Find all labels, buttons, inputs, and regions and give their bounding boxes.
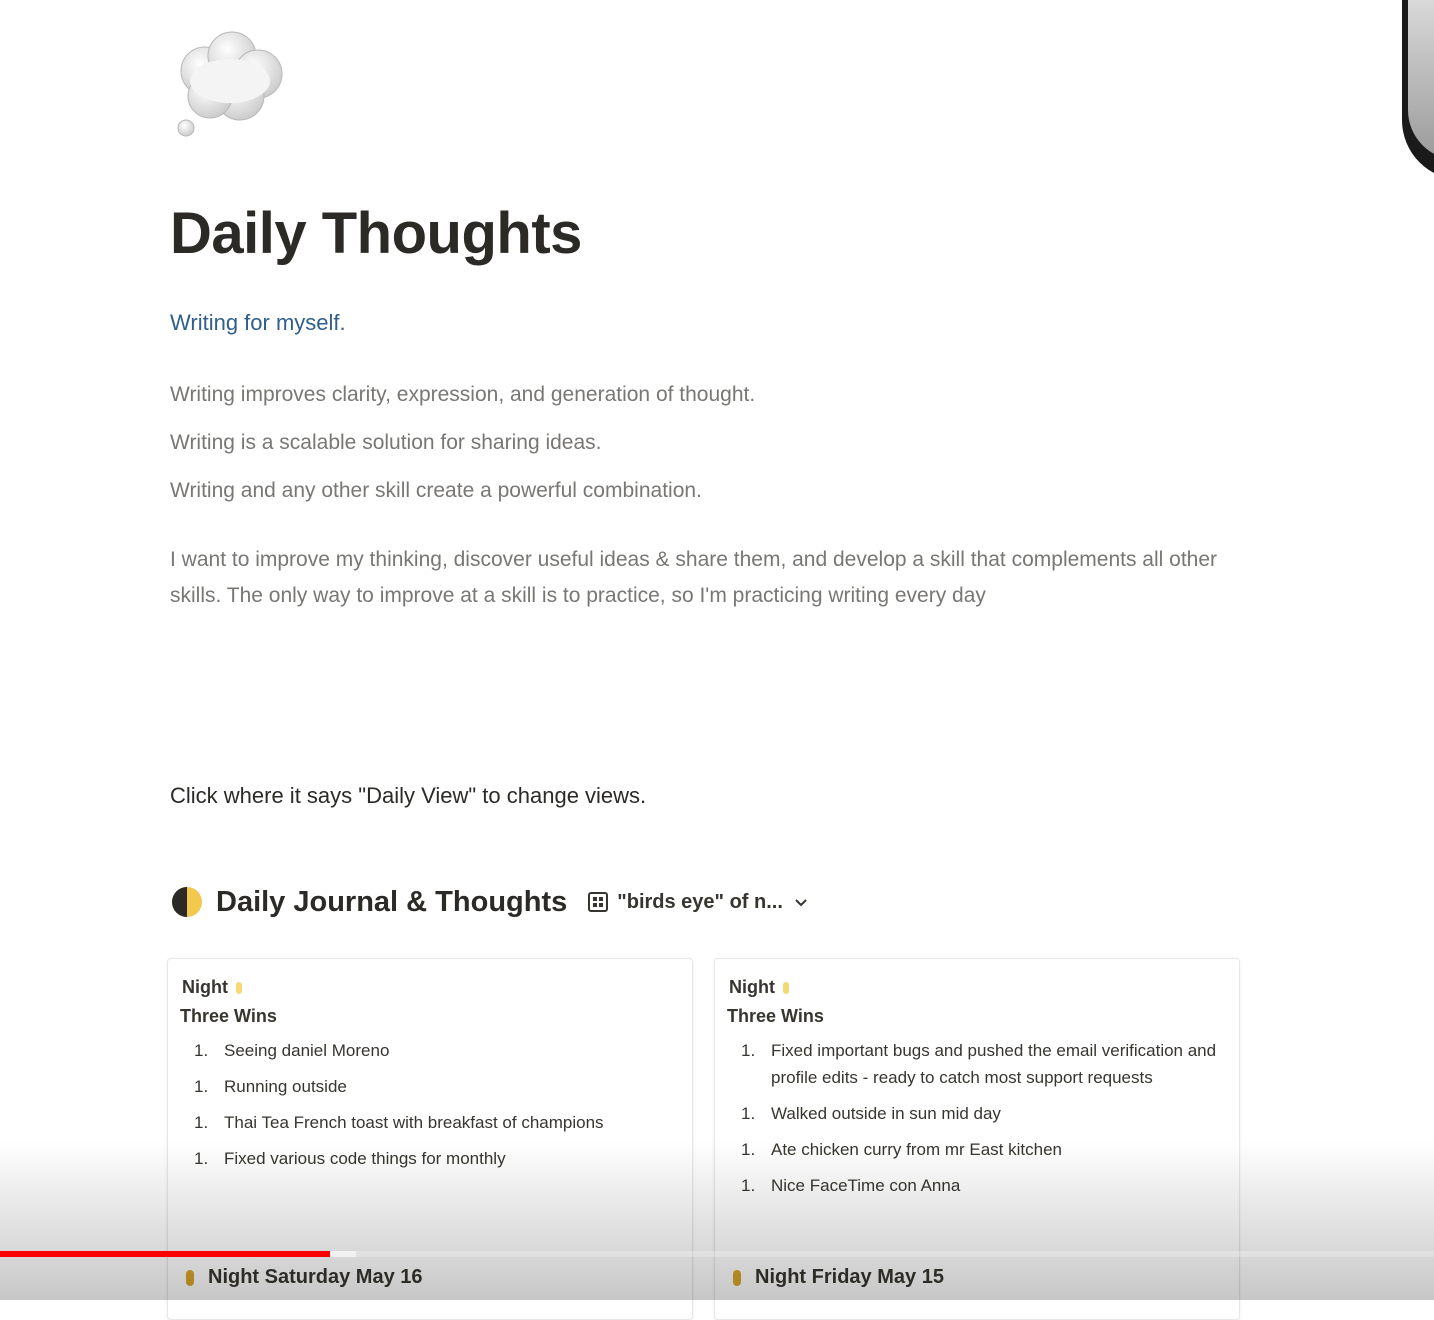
chevron-down-icon [795,899,807,907]
database-header: Daily Journal & Thoughts "birds eye" of … [170,880,809,924]
journal-card[interactable]: Night Three Wins 1. Fixed important bugs … [714,958,1240,1320]
view-label: "birds eye" of n... [617,890,783,913]
list-item: 1. Ate chicken curry from mr East kitchen [741,1140,1062,1159]
card-subheading: Three Wins [180,1006,277,1026]
thought-balloon-icon [177,31,283,137]
list-item: 1. Walked outside in sun mid day [741,1104,1001,1123]
journal-card[interactable]: Night Three Wins 1. Seeing daniel Moreno … [167,958,693,1320]
moon-phase-icon [235,982,242,994]
moon-phase-icon [782,982,789,994]
wins-list: 1. Fixed important bugs and pushed the em… [741,1037,1221,1208]
list-item: 1. Thai Tea French toast with breakfast o… [194,1113,604,1132]
card-subheading: Three Wins [727,1006,824,1026]
card-title[interactable]: Night Friday May 15 [733,1266,944,1289]
list-item: 1. Seeing daniel Moreno [194,1041,390,1060]
card-title[interactable]: Night Saturday May 16 [186,1266,423,1289]
webcam-overlay [1402,0,1434,180]
card-heading: Night [729,977,789,998]
motivation-paragraph: I want to improve my thinking, discover … [170,548,1218,607]
database-title[interactable]: Daily Journal & Thoughts [216,886,567,919]
list-item: 1. Running outside [194,1077,347,1096]
paragraph-1: Writing improves clarity, expression, an… [170,383,756,406]
progress-played [0,1251,330,1257]
view-instruction: Click where it says "Daily View" to chan… [170,783,647,808]
list-item: 1. Nice FaceTime con Anna [741,1176,961,1195]
wins-list: 1. Seeing daniel Moreno 1. Running outside… [194,1037,674,1181]
view-switcher[interactable]: "birds eye" of n... [587,891,809,914]
video-progress-bar[interactable] [0,1251,1434,1257]
page-subtitle: Writing for myself. [170,310,346,335]
list-item: 1. Fixed important bugs and pushed the em… [741,1041,1217,1087]
card-heading: Night [182,977,242,998]
page-title: Daily Thoughts [170,201,582,266]
paragraph-2: Writing is a scalable solution for shari… [170,431,602,454]
list-item: 1. Fixed various code things for monthly [194,1149,506,1168]
half-moon-icon [172,887,202,917]
paragraph-3: Writing and any other skill create a pow… [170,479,702,502]
moon-phase-icon [733,1269,741,1286]
moon-phase-icon [186,1269,194,1286]
gallery-grid-icon [588,892,609,912]
